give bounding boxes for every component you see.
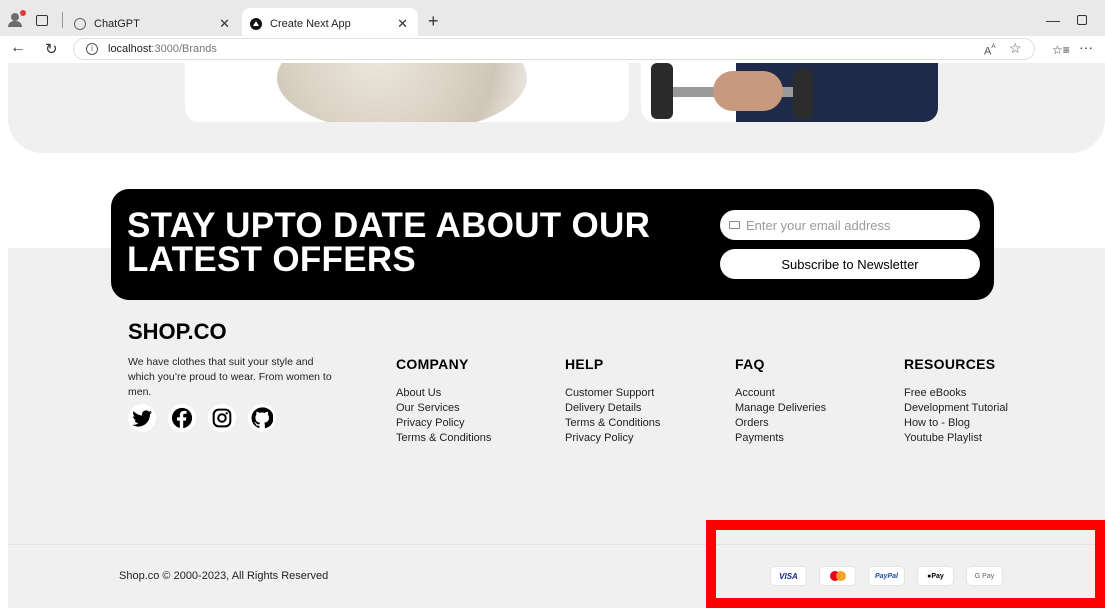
column-title: COMPANY — [396, 356, 469, 372]
footer-column-company: COMPANY About Us Our Services Privacy Po… — [396, 356, 491, 446]
read-aloud-icon[interactable]: Aᴬ — [984, 42, 996, 58]
google-pay-icon: G Pay — [966, 566, 1003, 586]
minimize-icon[interactable]: — — [1046, 12, 1060, 28]
subscribe-button[interactable]: Subscribe to Newsletter — [720, 249, 980, 279]
mastercard-icon — [819, 566, 856, 586]
footer-link[interactable]: Payments — [735, 431, 826, 446]
reload-icon[interactable]: ↻ — [45, 40, 58, 58]
paypal-icon: PayPal — [868, 566, 905, 586]
payment-methods-highlight — [706, 520, 1105, 608]
close-icon[interactable]: ✕ — [397, 16, 408, 32]
mail-icon — [729, 221, 740, 229]
column-title: FAQ — [735, 356, 765, 372]
copyright-text: Shop.co © 2000-2023, All Rights Reserved — [119, 570, 329, 582]
apple-pay-icon: ● Pay — [917, 566, 954, 586]
visa-icon: VISA — [770, 566, 807, 586]
favorite-star-icon[interactable]: ☆ — [1009, 40, 1022, 57]
footer-link[interactable]: Free eBooks — [904, 386, 1008, 401]
facebook-icon[interactable] — [168, 404, 196, 432]
page-content: STAY UPTO DATE ABOUT OUR LATEST OFFERS S… — [0, 63, 1105, 608]
email-input[interactable] — [720, 210, 980, 240]
newsletter-banner: STAY UPTO DATE ABOUT OUR LATEST OFFERS S… — [111, 189, 994, 300]
social-links — [128, 404, 276, 432]
more-menu-icon[interactable]: ··· — [1079, 39, 1093, 55]
arm-image — [713, 71, 783, 111]
column-title: HELP — [565, 356, 604, 372]
footer-link[interactable]: About Us — [396, 386, 491, 401]
info-icon[interactable]: i — [86, 43, 98, 55]
footer-link[interactable]: Manage Deliveries — [735, 401, 826, 416]
footer-link[interactable]: Privacy Policy — [565, 431, 660, 446]
footer-link[interactable]: Privacy Policy — [396, 416, 491, 431]
footer-column-help: HELP Customer Support Delivery Details T… — [565, 356, 660, 446]
instagram-icon[interactable] — [208, 404, 236, 432]
url-text[interactable]: localhost:3000/Brands — [108, 43, 217, 55]
footer-column-faq: FAQ Account Manage Deliveries Orders Pay… — [735, 356, 826, 446]
twitter-icon[interactable] — [128, 404, 156, 432]
dumbbell-plate — [793, 69, 813, 119]
address-bar: ← ↻ i localhost:3000/Brands Aᴬ ☆ ☆≡ ··· — [0, 36, 1105, 63]
tab-actions-icon[interactable] — [36, 14, 48, 26]
footer-link[interactable]: Orders — [735, 416, 826, 431]
payment-methods: VISA PayPal ● Pay G Pay — [770, 566, 1003, 586]
tab-strip-icons — [8, 10, 63, 28]
browser-tab-bar: ChatGPT ✕ Create Next App ✕ + — — [0, 0, 1105, 40]
tab-title: ChatGPT — [94, 18, 140, 30]
apple-pay-label: Pay — [931, 572, 944, 580]
footer-link[interactable]: Youtube Playlist — [904, 431, 1008, 446]
footer-link[interactable]: Delivery Details — [565, 401, 660, 416]
favorites-list-icon[interactable]: ☆≡ — [1052, 43, 1070, 57]
chatgpt-favicon-icon — [74, 18, 86, 30]
github-icon[interactable] — [248, 404, 276, 432]
nextjs-favicon-icon — [250, 18, 262, 30]
footer-brand-description: We have clothes that suit your style and… — [128, 356, 332, 398]
footer-link[interactable]: Development Tutorial — [904, 401, 1008, 416]
product-card-image[interactable] — [185, 63, 629, 122]
footer-link[interactable]: Our Services — [396, 401, 491, 416]
product-card-image[interactable] — [641, 63, 938, 122]
footer-link[interactable]: Account — [735, 386, 826, 401]
column-title: RESOURCES — [904, 356, 996, 372]
newsletter-title: STAY UPTO DATE ABOUT OUR LATEST OFFERS — [127, 206, 651, 279]
new-tab-plus-icon[interactable]: + — [428, 11, 439, 32]
footer-link[interactable]: Customer Support — [565, 386, 660, 401]
profile-icon[interactable] — [8, 10, 26, 27]
maximize-icon[interactable] — [1077, 15, 1087, 25]
footer-brand-logo[interactable]: SHOP.CO — [128, 319, 227, 345]
knit-fabric-image — [277, 63, 527, 122]
footer-link[interactable]: Terms & Conditions — [396, 431, 491, 446]
close-icon[interactable]: ✕ — [219, 16, 230, 32]
tab-divider — [62, 12, 63, 28]
dumbbell-plate — [651, 63, 673, 119]
tab-title: Create Next App — [270, 18, 351, 30]
footer-link[interactable]: Terms & Conditions — [565, 416, 660, 431]
url-field[interactable]: i localhost:3000/Brands Aᴬ ☆ — [73, 38, 1035, 60]
footer-link[interactable]: How to - Blog — [904, 416, 1008, 431]
back-arrow-icon[interactable]: ← — [10, 39, 26, 57]
footer-column-resources: RESOURCES Free eBooks Development Tutori… — [904, 356, 1008, 446]
